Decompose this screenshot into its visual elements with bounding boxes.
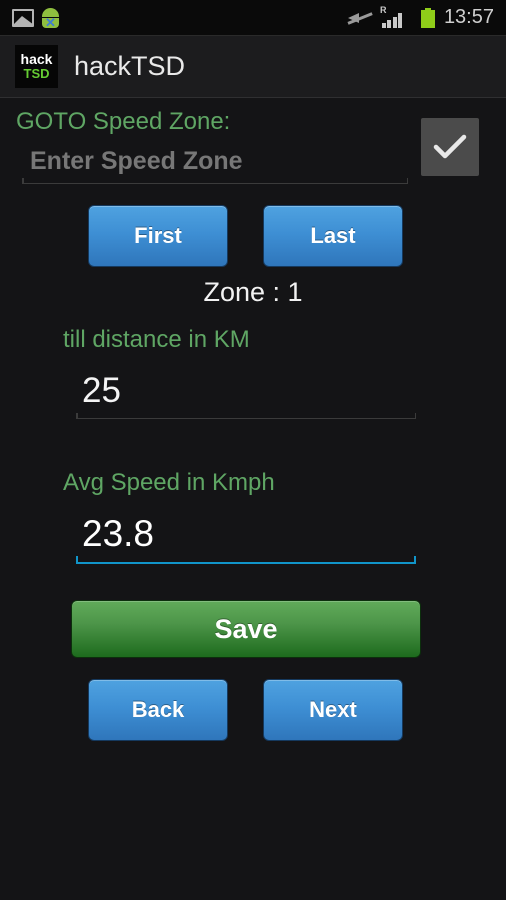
field-tick-left bbox=[76, 556, 78, 564]
app-icon-line1: hack bbox=[20, 51, 53, 68]
signal-icon: R bbox=[379, 4, 412, 29]
distance-label: till distance in KM bbox=[63, 326, 250, 353]
main-content: GOTO Speed Zone: First Last Zone : 1 til… bbox=[0, 99, 506, 900]
distance-field-wrap bbox=[76, 367, 416, 419]
field-tick-left bbox=[22, 178, 24, 184]
app-screen: ✕ R 13:57 hack TSD hackTSD GOTO Speed Zo… bbox=[0, 0, 506, 900]
app-title: hackTSD bbox=[74, 51, 186, 81]
app-icon-line2: TSD bbox=[23, 66, 50, 82]
android-icon: ✕ bbox=[41, 7, 60, 29]
first-button[interactable]: First bbox=[88, 205, 228, 267]
save-button[interactable]: Save bbox=[71, 600, 421, 658]
status-clock: 13:57 bbox=[443, 6, 494, 28]
field-tick-right bbox=[414, 413, 416, 419]
field-tick-right bbox=[414, 556, 416, 564]
status-bar-system: R 13:57 bbox=[347, 4, 494, 29]
goto-speed-zone-label: GOTO Speed Zone: bbox=[16, 108, 231, 135]
avg-speed-label: Avg Speed in Kmph bbox=[63, 469, 275, 496]
avg-speed-field-wrap bbox=[76, 509, 416, 564]
distance-input[interactable] bbox=[76, 367, 416, 419]
gallery-icon bbox=[12, 8, 34, 27]
field-tick-left bbox=[76, 413, 78, 419]
last-button[interactable]: Last bbox=[263, 205, 403, 267]
avg-speed-input[interactable] bbox=[76, 509, 416, 564]
field-tick-right bbox=[406, 178, 408, 184]
roaming-indicator: R bbox=[379, 4, 387, 15]
battery-icon bbox=[420, 7, 435, 28]
next-button[interactable]: Next bbox=[263, 679, 403, 741]
status-bar-notifications: ✕ bbox=[12, 7, 60, 29]
app-icon: hack TSD bbox=[15, 45, 58, 88]
action-bar: hack TSD hackTSD bbox=[0, 36, 506, 98]
goto-speed-zone-field-wrap bbox=[22, 144, 408, 184]
check-icon bbox=[433, 134, 467, 159]
zone-indicator: Zone : 1 bbox=[203, 277, 303, 307]
mute-icon bbox=[347, 8, 373, 28]
status-bar: ✕ R 13:57 bbox=[0, 0, 506, 36]
back-button[interactable]: Back bbox=[88, 679, 228, 741]
goto-speed-zone-input[interactable] bbox=[22, 144, 408, 184]
confirm-check-button[interactable] bbox=[421, 118, 479, 176]
